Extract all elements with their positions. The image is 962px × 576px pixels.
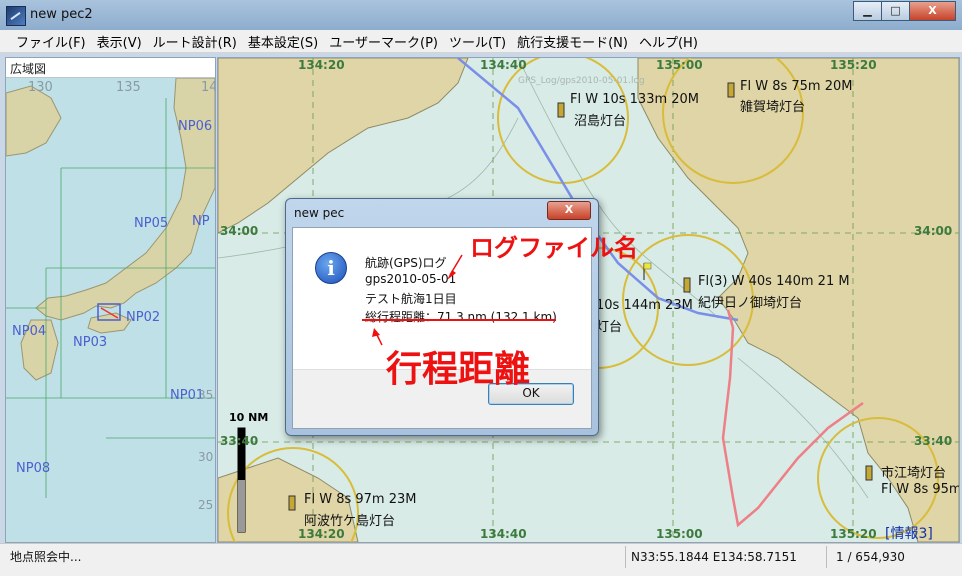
menu-bar: ファイル(F) 表示(V) ルート設計(R) 基本設定(S) ユーザーマーク(P… bbox=[0, 30, 962, 53]
window-title: new pec2 bbox=[30, 7, 93, 22]
menu-user-mark[interactable]: ユーザーマーク(P) bbox=[329, 32, 438, 51]
lighthouse-name: 阿波竹ケ島灯台 bbox=[304, 514, 396, 529]
lighthouse-spec: 10s 144m 23M bbox=[596, 298, 693, 313]
dialog-title: new pec bbox=[294, 206, 345, 220]
overview-lat-label: 35 bbox=[198, 388, 214, 402]
chart-lon-label-bottom: 135:20 bbox=[830, 527, 877, 541]
lighthouse-name: 雑賀埼灯台 bbox=[740, 100, 806, 115]
dialog-close-button[interactable]: X bbox=[547, 201, 591, 220]
status-coordinates: N33:55.1844 E134:58.7151 bbox=[631, 550, 797, 564]
chart-lon-label-bottom: 134:40 bbox=[480, 527, 527, 541]
menu-navigation-mode[interactable]: 航行支援モード(N) bbox=[517, 32, 628, 51]
annotation-travel-distance: 行程距離 bbox=[386, 349, 531, 390]
chart-lon-label-bottom: 134:20 bbox=[298, 527, 345, 541]
dialog-line-voyage: テスト航海1日目 bbox=[365, 292, 457, 306]
np-label: NP08 bbox=[16, 461, 51, 476]
status-bar: 地点照会中... N33:55.1844 E134:58.7151 1 / 65… bbox=[0, 543, 962, 576]
overview-lon-label: 14 bbox=[201, 80, 216, 95]
chart-lat-label: 34:00 bbox=[914, 224, 953, 238]
status-message: 地点照会中... bbox=[10, 550, 82, 564]
menu-route-design[interactable]: ルート設計(R) bbox=[153, 32, 237, 51]
np-label: NP04 bbox=[12, 324, 47, 339]
lighthouse-spec: Fl W 8s 97m 23M bbox=[304, 492, 417, 507]
np-label: NP02 bbox=[126, 310, 161, 325]
dialog-line-total-distance: 総行程距離：71.3 nm (132.1 km) bbox=[365, 310, 557, 324]
overview-map-pane[interactable]: 広域図 130 135 14 NP06 NP05 NP NP04 NP02 NP… bbox=[5, 57, 216, 543]
status-separator bbox=[625, 546, 626, 568]
chart-lon-label: 135:00 bbox=[656, 58, 703, 72]
app-logo-icon bbox=[6, 6, 26, 26]
lighthouse-name: 灯台 bbox=[596, 320, 623, 335]
chart-lat-label: 33:40 bbox=[914, 434, 953, 448]
overview-lat-label: 25 bbox=[198, 498, 214, 512]
np-label: NP bbox=[192, 214, 210, 229]
information-icon: i bbox=[315, 252, 347, 284]
chart-lon-label: 134:40 bbox=[480, 58, 527, 72]
chart-lon-label-bottom: 135:00 bbox=[656, 527, 703, 541]
title-bar: new pec2 ▁ □ X bbox=[0, 0, 962, 30]
status-separator bbox=[826, 546, 827, 568]
np-label: NP05 bbox=[134, 216, 169, 231]
np-label: NP03 bbox=[73, 335, 108, 350]
dialog-line-track-log: 航跡(GPS)ログ bbox=[365, 256, 447, 270]
dialog-line-log-file: gps2010-05-01 bbox=[365, 272, 457, 286]
status-scale: 1 / 654,930 bbox=[836, 550, 905, 564]
menu-tools[interactable]: ツール(T) bbox=[449, 32, 506, 51]
caption-buttons: ▁ □ X bbox=[853, 1, 956, 21]
lighthouse-spec: Fl(3) W 40s 140m 21 M bbox=[698, 274, 850, 289]
maximize-button[interactable]: □ bbox=[881, 1, 910, 21]
overview-lon-label: 135 bbox=[116, 80, 141, 95]
annotation-logfile-name: ログファイル名 bbox=[470, 234, 638, 262]
minimize-button[interactable]: ▁ bbox=[853, 1, 882, 21]
overview-lat-label: 30 bbox=[198, 450, 214, 464]
overview-lon-label: 130 bbox=[28, 80, 53, 95]
scale-bar-label: 10 NM bbox=[229, 411, 269, 424]
lighthouse-spec: Fl W 8s 75m 20M bbox=[740, 79, 853, 94]
chart-lat-label: 34:00 bbox=[220, 224, 259, 238]
lighthouse-spec: Fl W 8s 95m bbox=[881, 482, 960, 497]
menu-file[interactable]: ファイル(F) bbox=[16, 32, 86, 51]
overview-pane-title: 広域図 bbox=[10, 62, 47, 76]
lighthouse-name: 沼島灯台 bbox=[574, 114, 627, 129]
np-label: NP06 bbox=[178, 119, 213, 134]
menu-basic-settings[interactable]: 基本設定(S) bbox=[248, 32, 318, 51]
chart-lon-label: 134:20 bbox=[298, 58, 345, 72]
close-button[interactable]: X bbox=[909, 1, 956, 21]
app-window: new pec2 ▁ □ X ファイル(F) 表示(V) ルート設計(R) 基本… bbox=[0, 0, 962, 576]
menu-view[interactable]: 表示(V) bbox=[97, 32, 142, 51]
overview-pane-header: 広域図 bbox=[6, 58, 215, 78]
chart-lat-label: 33:40 bbox=[220, 434, 259, 448]
menu-help[interactable]: ヘルプ(H) bbox=[639, 32, 698, 51]
lighthouse-name: 市江埼灯台 bbox=[881, 466, 947, 481]
chart-lon-label: 135:20 bbox=[830, 58, 877, 72]
info-tag[interactable]: [情報3] bbox=[885, 523, 933, 542]
lighthouse-spec: Fl W 10s 133m 20M bbox=[570, 92, 700, 107]
lighthouse-name: 紀伊日ノ御埼灯台 bbox=[698, 296, 803, 311]
track-log-path: GPS_Log/gps2010-05-01.log bbox=[518, 76, 645, 86]
